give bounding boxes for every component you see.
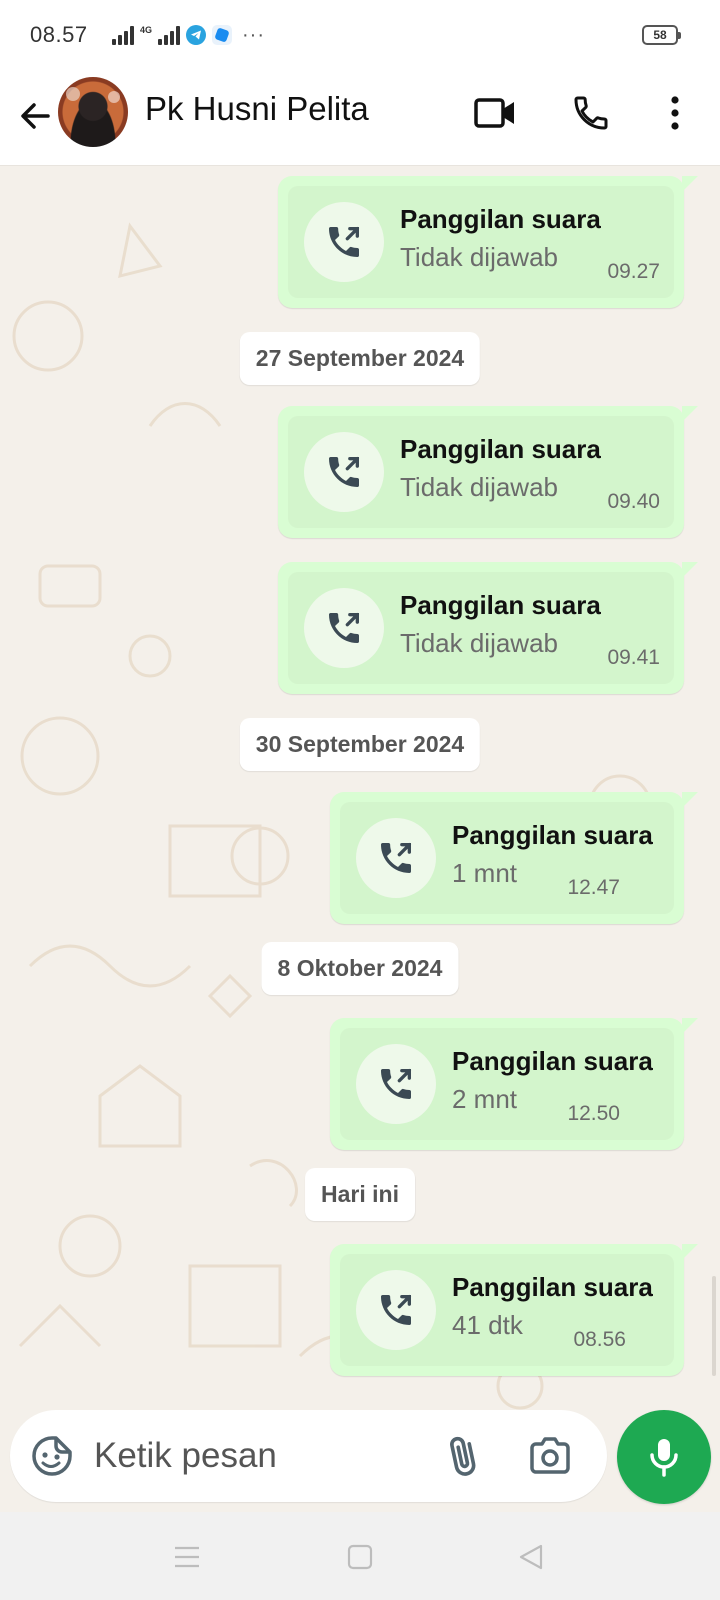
network-type-label: 4G: [140, 24, 153, 35]
message-input[interactable]: [94, 1430, 434, 1482]
notification-app-icon: [212, 25, 233, 45]
signal-icon-2: [158, 25, 181, 45]
battery-level: 58: [653, 28, 667, 42]
avatar[interactable]: [58, 77, 128, 147]
call-status: Tidak dijawab: [400, 628, 559, 658]
message-input-container: [10, 1410, 607, 1502]
call-status: Tidak dijawab: [400, 242, 559, 272]
call-message[interactable]: Panggilan suara Tidak dijawab 09.27: [278, 176, 698, 308]
date-separator: 27 September 2024: [239, 332, 481, 385]
outgoing-call-icon: [356, 1044, 436, 1124]
outgoing-call-icon: [356, 1270, 436, 1350]
call-card: Panggilan suara 41 dtk 08.56: [340, 1254, 674, 1366]
recent-apps-icon[interactable]: [170, 1540, 204, 1574]
outgoing-call-icon: [304, 432, 384, 512]
call-title: Panggilan suara: [400, 590, 601, 620]
call-status: Tidak dijawab: [400, 472, 559, 502]
outgoing-call-icon: [356, 818, 436, 898]
attach-icon[interactable]: [440, 1432, 486, 1480]
message-time: 09.41: [607, 646, 660, 669]
date-separator: 8 Oktober 2024: [261, 942, 459, 995]
call-message[interactable]: Panggilan suara 2 mnt 12.50: [330, 1018, 698, 1150]
call-card: Panggilan suara Tidak dijawab 09.27: [288, 186, 674, 298]
date-separator: Hari ini: [305, 1168, 415, 1221]
message-time: 09.40: [607, 490, 660, 513]
more-notifications-icon: ···: [242, 23, 265, 46]
call-message[interactable]: Panggilan suara 41 dtk 08.56: [330, 1244, 698, 1376]
call-title: Panggilan suara: [400, 434, 601, 464]
call-title: Panggilan suara: [452, 1046, 653, 1076]
call-title: Panggilan suara: [452, 1272, 653, 1302]
microphone-icon: [650, 1439, 678, 1477]
message-composer: [0, 1410, 720, 1512]
back-nav-icon[interactable]: [514, 1540, 548, 1574]
call-message[interactable]: Panggilan suara Tidak dijawab 09.40: [278, 406, 698, 538]
battery-icon: 58: [642, 25, 681, 45]
call-card: Panggilan suara 2 mnt 12.50: [340, 1028, 674, 1140]
status-bar: 08.57 4G ··· 58: [0, 0, 720, 70]
status-time: 08.57: [30, 22, 88, 47]
back-arrow-icon[interactable]: [14, 94, 58, 138]
date-separator: 30 September 2024: [239, 718, 481, 771]
message-time: 12.47: [567, 876, 620, 899]
signal-icon: [112, 25, 134, 45]
contact-name[interactable]: Pk Husni Pelita: [145, 90, 369, 128]
outgoing-call-icon: [304, 588, 384, 668]
call-title: Panggilan suara: [400, 204, 601, 234]
voice-message-button[interactable]: [617, 1410, 711, 1504]
more-options-icon[interactable]: [650, 88, 700, 138]
call-card: Panggilan suara Tidak dijawab 09.40: [288, 416, 674, 528]
home-icon[interactable]: [343, 1540, 377, 1574]
call-status: 1 mnt: [452, 858, 518, 888]
status-icons: 4G ···: [112, 22, 265, 48]
call-card: Panggilan suara 1 mnt 12.47: [340, 802, 674, 914]
camera-icon[interactable]: [526, 1432, 574, 1480]
chat-header: Pk Husni Pelita: [0, 70, 720, 166]
call-status: 2 mnt: [452, 1084, 518, 1114]
sticker-icon[interactable]: [30, 1434, 74, 1478]
call-message[interactable]: Panggilan suara Tidak dijawab 09.41: [278, 562, 698, 694]
message-time: 09.27: [607, 260, 660, 283]
video-call-icon[interactable]: [470, 88, 520, 138]
call-card: Panggilan suara Tidak dijawab 09.41: [288, 572, 674, 684]
outgoing-call-icon: [304, 202, 384, 282]
message-time: 12.50: [567, 1102, 620, 1125]
message-time: 08.56: [573, 1328, 626, 1351]
call-title: Panggilan suara: [452, 820, 653, 850]
voice-call-icon[interactable]: [566, 88, 616, 138]
scrollbar-thumb[interactable]: [712, 1276, 716, 1376]
chat-area[interactable]: Panggilan suara Tidak dijawab 09.27 27 S…: [0, 166, 720, 1410]
call-status: 41 dtk: [452, 1310, 523, 1340]
telegram-icon: [186, 25, 207, 45]
call-message[interactable]: Panggilan suara 1 mnt 12.47: [330, 792, 698, 924]
system-navigation-bar: [0, 1512, 720, 1600]
